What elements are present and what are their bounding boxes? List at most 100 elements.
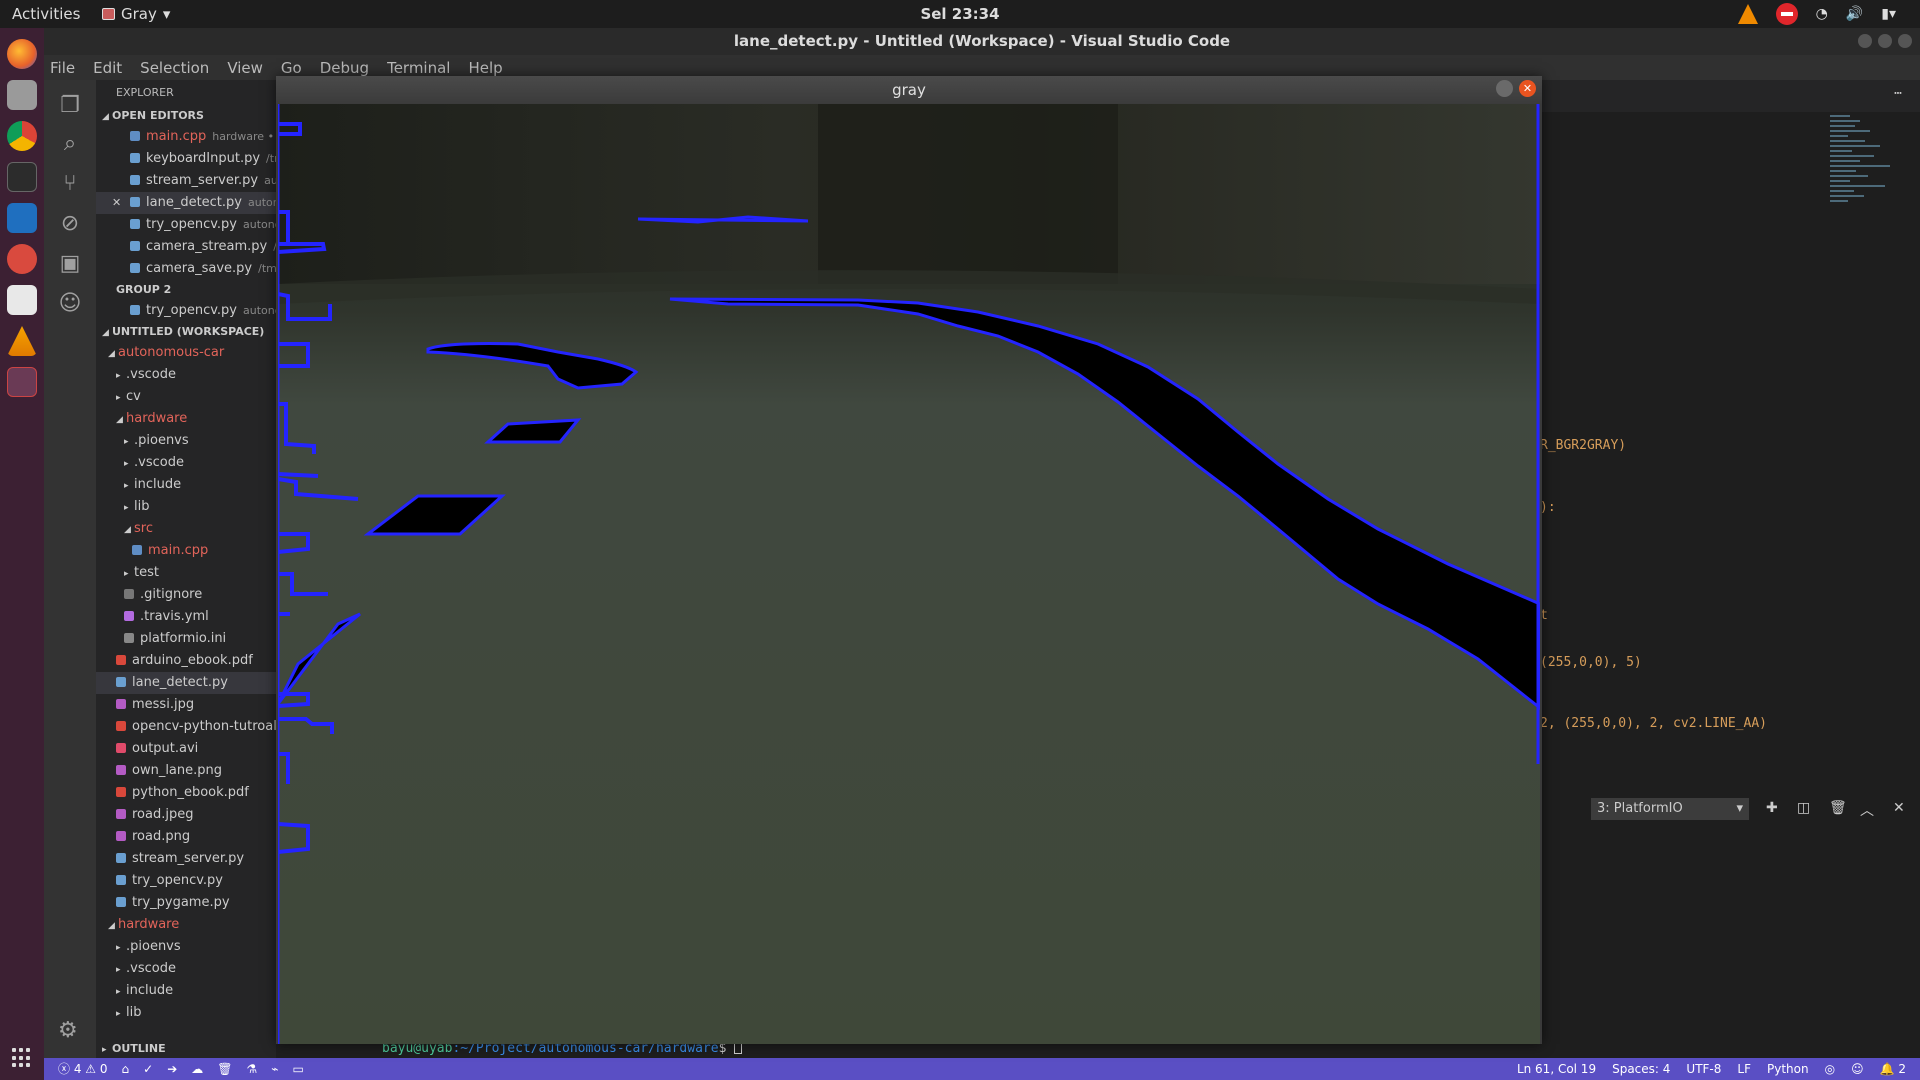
menu-file[interactable]: File bbox=[50, 59, 75, 77]
gear-icon[interactable]: ⚙ bbox=[58, 1018, 78, 1043]
tree-item[interactable]: ▸ .pioenvs bbox=[96, 430, 276, 452]
debug-icon[interactable]: ⊘ bbox=[56, 210, 84, 238]
tree-item[interactable]: ▸ .vscode bbox=[96, 364, 276, 386]
trash-icon[interactable]: 🗑 bbox=[1829, 800, 1847, 816]
tree-item[interactable]: ▸ .pioenvs bbox=[96, 936, 276, 958]
menu-view[interactable]: View bbox=[227, 59, 263, 77]
tree-item[interactable]: ▸ test bbox=[96, 562, 276, 584]
tree-item[interactable]: output.avi bbox=[96, 738, 276, 760]
tree-item[interactable]: lane_detect.py bbox=[96, 672, 276, 694]
cursor-position[interactable]: Ln 61, Col 19 bbox=[1517, 1058, 1596, 1080]
tree-item[interactable]: road.jpeg bbox=[96, 804, 276, 826]
explorer-icon[interactable]: ❐ bbox=[56, 92, 84, 120]
open-editors-section[interactable]: ◢ OPEN EDITORS bbox=[96, 106, 276, 126]
gray-window-titlebar[interactable]: gray bbox=[276, 76, 1542, 104]
split-terminal-icon[interactable]: ◫ bbox=[1797, 800, 1810, 816]
terminal-icon[interactable] bbox=[7, 162, 37, 192]
tree-item[interactable]: road.png bbox=[96, 826, 276, 848]
maximize-panel-icon[interactable]: ︿ bbox=[1860, 800, 1874, 820]
tree-item[interactable]: .gitignore bbox=[96, 584, 276, 606]
feedback-icon[interactable]: ☺ bbox=[1851, 1058, 1864, 1080]
battery-icon[interactable]: ▮▾ bbox=[1881, 6, 1896, 22]
chrome-icon[interactable] bbox=[7, 121, 37, 151]
open-editor-item[interactable]: camera_save.py/tmp bbox=[96, 258, 276, 280]
show-applications-icon[interactable] bbox=[12, 1048, 32, 1068]
tree-item[interactable]: ◢ hardware bbox=[96, 914, 276, 936]
close-editor-icon[interactable]: ✕ bbox=[112, 192, 121, 214]
more-actions-icon[interactable]: ⋯ bbox=[1894, 86, 1902, 101]
files-icon[interactable] bbox=[7, 80, 37, 110]
terminal-icon[interactable]: ▭ bbox=[292, 1058, 303, 1080]
open-editor-item[interactable]: ✕ lane_detect.py auton bbox=[96, 192, 276, 214]
tree-item[interactable]: own_lane.png bbox=[96, 760, 276, 782]
vlc-icon[interactable] bbox=[7, 326, 37, 356]
language-mode[interactable]: Python bbox=[1767, 1058, 1809, 1080]
minimap[interactable] bbox=[1830, 112, 1900, 242]
tree-item[interactable]: ◢ autonomous-car bbox=[96, 342, 276, 364]
minimize-button[interactable] bbox=[1858, 34, 1872, 48]
text-editor-icon[interactable] bbox=[7, 285, 37, 315]
tree-item[interactable]: main.cpp bbox=[96, 540, 276, 562]
tree-item[interactable]: ▸ include bbox=[96, 474, 276, 496]
open-editor-item[interactable]: try_opencv.py autono bbox=[96, 300, 276, 322]
tree-item[interactable]: try_pygame.py bbox=[96, 892, 276, 914]
gray-minimize-button[interactable] bbox=[1496, 80, 1513, 97]
tree-item[interactable]: ▸ .vscode bbox=[96, 452, 276, 474]
no-entry-icon[interactable] bbox=[1775, 3, 1798, 25]
problems-indicator[interactable]: ⓧ 4 ⚠ 0 bbox=[58, 1058, 108, 1080]
vscode-icon[interactable] bbox=[7, 203, 37, 233]
broadcast-icon[interactable]: ◎ bbox=[1825, 1058, 1835, 1080]
menu-edit[interactable]: Edit bbox=[93, 59, 122, 77]
tree-item[interactable]: ▸ include bbox=[96, 980, 276, 1002]
volume-icon[interactable]: 🔊 bbox=[1846, 6, 1863, 22]
tree-item[interactable]: ◢ src bbox=[96, 518, 276, 540]
open-editor-item[interactable]: stream_server.py aut bbox=[96, 170, 276, 192]
add-terminal-icon[interactable]: ✚ bbox=[1766, 800, 1778, 816]
notifications-indicator[interactable]: 🔔 2 bbox=[1880, 1058, 1906, 1080]
plug-icon[interactable]: ⌁ bbox=[271, 1058, 278, 1080]
open-editor-item[interactable]: try_opencv.py autono bbox=[96, 214, 276, 236]
menu-help[interactable]: Help bbox=[468, 59, 502, 77]
home-icon[interactable]: ⌂ bbox=[122, 1058, 130, 1080]
clock[interactable]: Sel 23:34 bbox=[0, 5, 1920, 23]
close-button[interactable] bbox=[1898, 34, 1912, 48]
outline-section[interactable]: ▸ OUTLINE bbox=[96, 1038, 276, 1060]
tree-item[interactable]: ▸ cv bbox=[96, 386, 276, 408]
close-panel-icon[interactable]: ✕ bbox=[1893, 800, 1905, 816]
tree-item[interactable]: ◢ hardware bbox=[96, 408, 276, 430]
menu-selection[interactable]: Selection bbox=[140, 59, 209, 77]
tree-item[interactable]: ▸ .vscode bbox=[96, 958, 276, 980]
indentation[interactable]: Spaces: 4 bbox=[1612, 1058, 1670, 1080]
check-icon[interactable]: ✓ bbox=[143, 1058, 153, 1080]
firefox-icon[interactable] bbox=[7, 39, 37, 69]
extensions-icon[interactable]: ▣ bbox=[56, 250, 84, 278]
tree-item[interactable]: arduino_ebook.pdf bbox=[96, 650, 276, 672]
tree-item[interactable]: python_ebook.pdf bbox=[96, 782, 276, 804]
tree-item[interactable]: ▸ lib bbox=[96, 496, 276, 518]
platformio-icon[interactable]: ☺ bbox=[56, 290, 84, 318]
menu-go[interactable]: Go bbox=[281, 59, 302, 77]
tree-item[interactable]: messi.jpg bbox=[96, 694, 276, 716]
search-icon[interactable]: ⌕ bbox=[56, 130, 84, 158]
upload-icon[interactable]: ☁ bbox=[191, 1058, 203, 1080]
tree-item[interactable]: .travis.yml bbox=[96, 606, 276, 628]
tree-item[interactable]: platformio.ini bbox=[96, 628, 276, 650]
open-editor-item[interactable]: keyboardInput.py/tr bbox=[96, 148, 276, 170]
workspace-section[interactable]: ◢ UNTITLED (WORKSPACE) bbox=[96, 322, 276, 342]
gray-close-button[interactable]: ✕ bbox=[1519, 80, 1536, 97]
encoding[interactable]: UTF-8 bbox=[1686, 1058, 1721, 1080]
trash-icon[interactable]: 🗑 bbox=[217, 1058, 232, 1080]
terminal-select[interactable]: 3: PlatformIO ▾ bbox=[1591, 798, 1749, 820]
menu-debug[interactable]: Debug bbox=[320, 59, 369, 77]
tree-item[interactable]: opencv-python-tutroals bbox=[96, 716, 276, 738]
gray-window-icon[interactable] bbox=[7, 367, 37, 397]
menu-terminal[interactable]: Terminal bbox=[387, 59, 450, 77]
vlc-tray-icon[interactable] bbox=[1737, 4, 1758, 24]
tree-item[interactable]: ▸ lib bbox=[96, 1002, 276, 1024]
flask-icon[interactable]: ⚗ bbox=[246, 1058, 257, 1080]
tree-item[interactable]: try_opencv.py bbox=[96, 870, 276, 892]
end-of-line[interactable]: LF bbox=[1737, 1058, 1751, 1080]
software-center-icon[interactable] bbox=[7, 244, 37, 274]
source-control-icon[interactable]: ⑂ bbox=[56, 170, 84, 198]
open-editor-item[interactable]: camera_stream.py/t bbox=[96, 236, 276, 258]
